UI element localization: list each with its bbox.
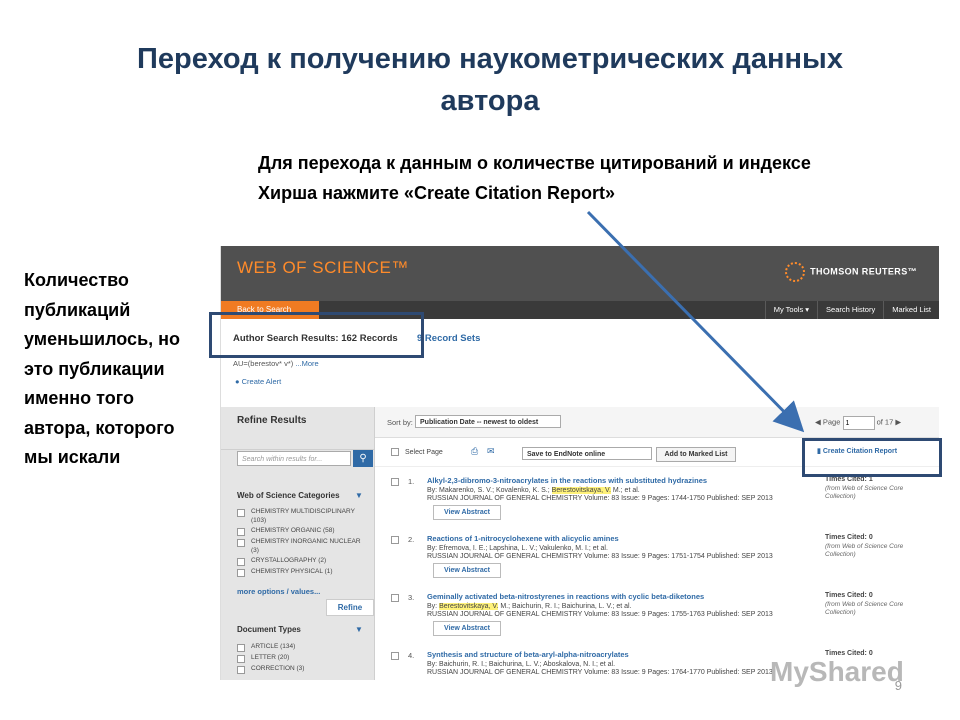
arrow-line (586, 210, 805, 433)
page-number: 9 (894, 678, 902, 693)
pointer-arrow (586, 210, 805, 433)
watermark: MyShared (770, 656, 904, 687)
